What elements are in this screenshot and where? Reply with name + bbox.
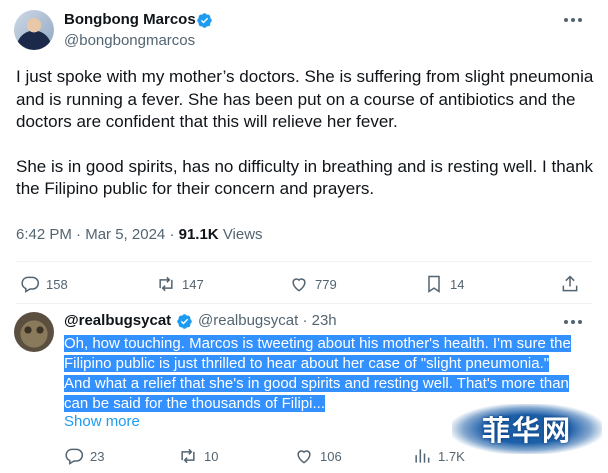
author-handle[interactable]: @bongbongmarcos <box>64 32 195 49</box>
reply-button[interactable]: 23 <box>64 446 104 466</box>
author-name[interactable]: Bongbong Marcos <box>64 11 196 28</box>
bookmark-button[interactable]: 14 <box>424 274 464 294</box>
tweet-text: I just spoke with my mother’s doctors. S… <box>16 66 596 223</box>
reply-icon <box>21 276 40 293</box>
repost-count: 147 <box>182 276 204 292</box>
more-icon[interactable] <box>562 14 584 26</box>
tweet-paragraph: She is in good spirits, has no difficult… <box>16 156 594 199</box>
like-count: 779 <box>315 276 337 292</box>
meta-separator: · <box>169 226 179 243</box>
like-button[interactable]: 106 <box>294 446 342 466</box>
meta-separator: · <box>76 226 86 243</box>
author-avatar[interactable] <box>14 10 54 50</box>
more-icon[interactable] <box>562 316 584 328</box>
reply-handle[interactable]: @realbugsycat <box>198 312 298 329</box>
verified-badge-icon <box>177 314 192 329</box>
tweet-paragraph: I just spoke with my mother’s doctors. S… <box>16 67 594 131</box>
views-count: 91.1K <box>178 226 219 243</box>
bookmark-icon <box>428 275 440 293</box>
watermark-logo: 菲华网 <box>452 404 602 454</box>
tweet-meta: 6:42 PM · Mar 5, 2024 · 91.1K Views <box>16 226 263 243</box>
reply-count: 158 <box>46 276 68 292</box>
verified-badge-icon <box>197 13 212 28</box>
like-icon <box>292 278 306 292</box>
bookmark-count: 14 <box>450 276 465 292</box>
reply-icon <box>65 448 84 465</box>
reply-handle-line[interactable]: @realbugsycat · 23h <box>198 312 337 329</box>
tweet-time[interactable]: 6:42 PM <box>16 226 72 243</box>
views-label: Views <box>222 226 263 243</box>
show-more-link[interactable]: Show more <box>64 413 140 430</box>
reply-text: Oh, how touching. Marcos is tweeting abo… <box>64 334 576 414</box>
tweet-date[interactable]: Mar 5, 2024 <box>85 226 165 243</box>
reply-avatar[interactable] <box>14 312 54 352</box>
watermark-text: 菲华网 <box>481 414 572 447</box>
share-button[interactable] <box>560 274 580 294</box>
views-icon <box>415 449 430 463</box>
share-icon <box>562 275 578 292</box>
repost-button[interactable]: 10 <box>178 446 218 466</box>
like-count: 106 <box>320 448 342 464</box>
reply-author-name[interactable]: @realbugsycat <box>64 312 171 329</box>
repost-icon <box>181 448 195 464</box>
reply-count: 23 <box>90 448 105 464</box>
like-button[interactable]: 779 <box>289 274 337 294</box>
repost-icon <box>159 276 173 292</box>
repost-count: 10 <box>204 448 219 464</box>
divider <box>16 261 592 262</box>
reply-button[interactable]: 158 <box>20 274 68 294</box>
meta-separator: · <box>302 312 312 329</box>
reply-age[interactable]: 23h <box>312 312 337 329</box>
reply-text-content: Oh, how touching. Marcos is tweeting abo… <box>64 335 571 412</box>
repost-button[interactable]: 147 <box>156 274 204 294</box>
like-icon <box>297 450 311 464</box>
